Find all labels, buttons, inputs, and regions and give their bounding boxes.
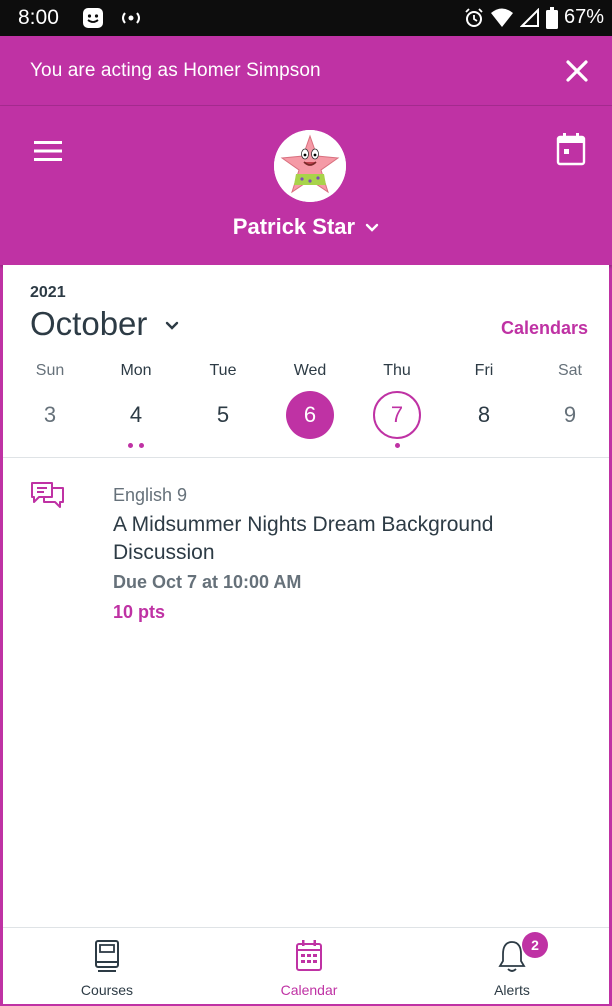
day-of-week-label: Wed [293,362,327,379]
day-mon[interactable]: Mon 4 [106,361,166,451]
event-dot [394,443,400,448]
chevron-down-icon [366,223,379,232]
nav-courses[interactable]: Courses [37,928,177,1005]
nav-calendar[interactable]: Calendar [239,928,379,1005]
nav-label: Courses [80,982,134,998]
wifi-icon [490,8,513,27]
messenger-icon [83,8,103,28]
status-time: 8:00 [18,6,59,29]
day-fri[interactable]: Fri 8 [454,361,514,451]
day-number: 7 [373,391,421,439]
day-wed[interactable]: Wed 6 [280,361,340,451]
acting-as-text: You are acting as Homer Simpson [30,60,321,81]
day-number: 4 [129,402,143,427]
student-selector[interactable]: Patrick Star [0,214,612,240]
day-thu[interactable]: Thu 7 [367,361,427,451]
calendars-link[interactable]: Calendars [501,318,588,339]
event-dots [106,443,166,448]
event-course: English 9 [113,485,188,505]
day-of-week-label: Sat [557,362,582,379]
day-number: 3 [43,402,57,427]
alerts-badge: 2 [522,932,548,958]
patrick-star-avatar-icon [274,130,346,202]
day-number: 9 [563,402,577,427]
student-name: Patrick Star [232,214,356,239]
day-sat[interactable]: Sat 9 [540,361,600,451]
day-of-week-label: Sun [35,362,65,379]
calendar-icon [296,940,322,971]
nav-label: Calendar [280,982,338,998]
close-icon[interactable] [560,54,594,88]
acting-as-banner: You are acting as Homer Simpson [0,36,612,106]
day-of-week-label: Mon [120,362,152,379]
week-strip: Sun 3 Mon 4 Tue 5 Wed 6 Thu 7 Fri 8 Sat … [3,361,609,451]
student-header: Patrick Star [0,106,612,265]
alarm-icon [465,7,483,27]
month-selector[interactable]: October [30,305,179,343]
event-list-item[interactable]: English 9 A Midsummer Nights Dream Backg… [3,459,609,629]
day-of-week-label: Fri [474,362,494,379]
day-of-week-label: Thu [383,362,411,379]
calendar-year: 2021 [30,284,66,301]
hamburger-icon[interactable] [34,140,62,162]
nav-alerts[interactable]: 2 Alerts [442,928,582,1005]
chevron-down-icon [165,322,178,330]
calendar-icon[interactable] [556,132,586,166]
day-number: 6 [286,391,334,439]
event-due-date: Due Oct 7 at 10:00 AM [113,572,302,592]
day-of-week-label: Tue [209,362,237,379]
courses-icon [95,940,119,972]
day-tue[interactable]: Tue 5 [193,361,253,451]
day-number: 5 [216,402,230,427]
event-dots [367,443,427,448]
battery-level: 67% [563,6,604,28]
battery-icon [545,6,558,29]
event-dot [139,443,144,448]
event-points: 10 pts [113,602,166,622]
event-title: A Midsummer Nights Dream Background Disc… [113,513,494,564]
discussion-icon [31,482,64,508]
event-dot [128,443,133,448]
nav-label: Alerts [494,982,530,998]
status-bar: 8:00 67% [0,0,612,36]
calendar-month-area: 2021 October Calendars Sun 3 Mon 4 Tue 5… [3,265,609,458]
day-sun[interactable]: Sun 3 [20,361,80,451]
hotspot-icon [122,12,140,24]
day-number: 8 [477,402,491,427]
calendar-month: October [30,305,148,342]
bottom-navigation: Courses Calendar 2 Alerts [3,927,609,1004]
avatar[interactable] [274,130,346,202]
signal-icon [519,7,539,27]
